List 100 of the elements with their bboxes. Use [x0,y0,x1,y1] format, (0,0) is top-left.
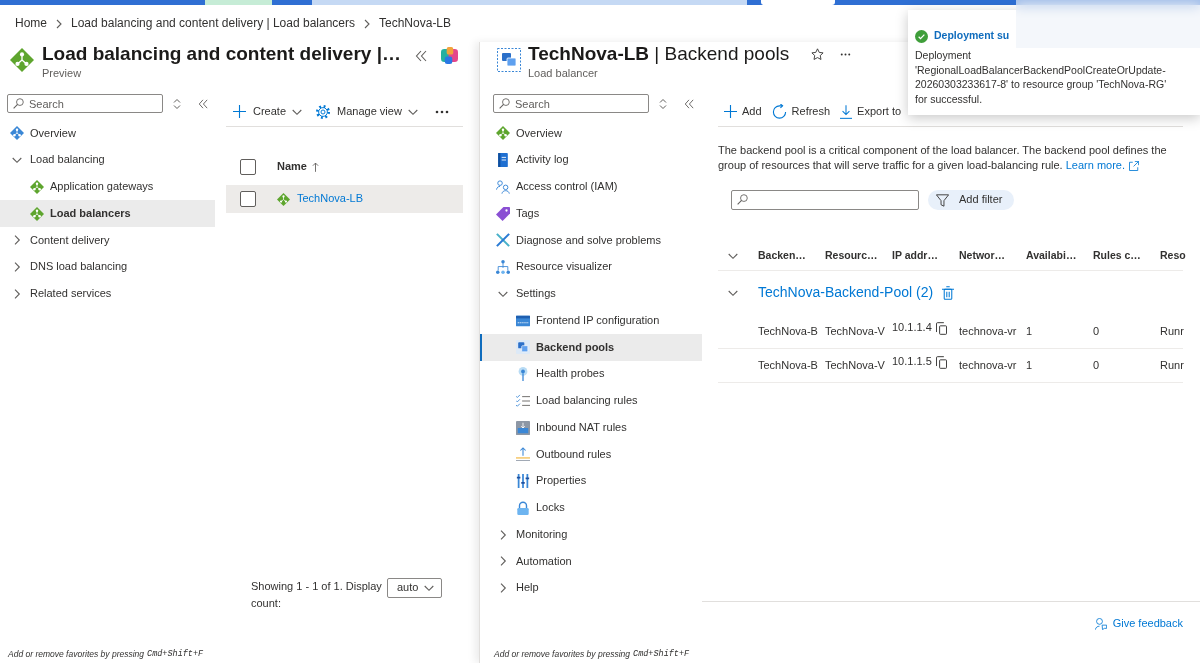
diamond-network-icon [10,48,34,72]
keyboard-shortcut: Cmd+Shift+F [147,648,204,660]
resource-link[interactable]: TechNova-LB [297,192,364,206]
menu-item[interactable]: Help [480,574,702,602]
table-cell: Runr [1160,324,1184,339]
menu-item[interactable]: Properties [480,467,702,495]
table-row[interactable]: TechNova-LB [226,185,463,213]
people-icon [496,179,510,194]
menu-item[interactable]: Settings [480,280,702,308]
blade-subtitle: Load balancer [528,67,599,80]
checkbox[interactable] [240,191,256,207]
refresh-icon [771,104,787,119]
menu-item[interactable]: Content delivery [0,227,215,254]
hierarchy-icon [496,260,510,275]
collapse-icon[interactable] [684,98,694,109]
breadcrumb-link[interactable]: Load balancing and content delivery | Load balancers [71,16,355,31]
notebook-icon [496,153,510,168]
toolbar-button[interactable]: Create [233,104,303,119]
column-header[interactable]: Networ… [959,248,1026,263]
plus-icon [233,105,246,118]
display-count-select[interactable]: auto [387,578,442,598]
group-link[interactable]: TechNova-Backend-Pool (2) [758,284,934,302]
column-header[interactable]: IP addr… [892,248,959,263]
search-icon [13,98,24,109]
copy-icon[interactable] [935,356,947,369]
gear-icon [316,104,331,119]
lock-icon [516,500,530,515]
tag-icon [496,206,510,221]
footer-hint: Add or remove favorites by pressing [8,648,145,660]
menu-item[interactable]: Locks [480,494,702,522]
filter-field[interactable] [731,190,919,210]
table-cell: 10.1.1.5 [892,354,932,369]
menu-item[interactable]: Inbound NAT rules [480,414,702,441]
menu-item[interactable]: Overview [0,120,215,147]
diamond-network-icon [277,192,290,206]
blade-subtitle: Preview [42,67,83,80]
search-field[interactable]: Search [7,94,163,113]
add-filter-button[interactable]: Add filter [928,190,1015,210]
menu-item[interactable]: Backend pools [480,334,702,361]
column-header[interactable]: Backen… [758,248,825,263]
table-cell-text: TechNova-B [758,324,819,339]
column-header[interactable]: Availabi… [1026,248,1093,263]
search-icon [737,194,748,205]
trash-icon[interactable] [942,286,955,300]
plus-icon [724,105,737,118]
chevron-down-icon[interactable] [728,288,738,298]
table-cell: 10.1.1.4 [892,320,932,335]
copy-icon[interactable] [935,322,947,335]
sliders-icon [516,474,530,489]
menu-item[interactable]: Access control (IAM) [480,173,702,201]
toolbar-button[interactable]: Add [724,104,762,119]
star-icon[interactable] [811,48,825,61]
search-field[interactable] [312,0,747,5]
table-cell-text: 1 [1026,358,1034,373]
blade-title: TechNova-LB | Backend pools [528,42,790,66]
menu-item[interactable]: Load balancing [0,146,215,174]
table-cell-text: technova-vr [959,358,1018,373]
chevron-down-icon [424,583,434,593]
checkbox[interactable] [240,159,256,175]
column-header[interactable]: Reso [1160,248,1186,263]
table-cell-text: TechNova-V [825,358,886,373]
collapse-icon[interactable] [198,98,208,109]
collapse-icon[interactable] [415,50,427,62]
menu-item[interactable]: Outbound rules [480,441,702,468]
menu-item[interactable]: Activity log [480,146,702,174]
external-link-icon [1129,160,1139,171]
menu-item[interactable]: Tags [480,200,702,227]
menu-item[interactable]: Resource visualizer [480,253,702,281]
search-field[interactable]: Search [493,94,649,113]
table-cell: Runr [1160,358,1184,373]
breadcrumb-link[interactable]: Home [15,16,47,31]
menu-item[interactable]: Overview [480,120,702,147]
menu-item[interactable]: Automation [480,548,702,575]
multicolor-logo-icon[interactable] [441,47,458,64]
menu-item[interactable]: Related services [0,280,215,308]
menu-item[interactable]: Diagnose and solve problems [480,227,702,254]
feedback-link[interactable]: Give feedback [1094,616,1183,631]
menu-item[interactable]: Health probes [480,360,702,388]
menu-item[interactable]: Application gateways [0,173,215,201]
diamond-network-icon [10,126,24,141]
menu-item[interactable]: Load balancers [0,200,215,227]
column-header[interactable]: Resourc… [825,248,892,263]
search-icon [499,98,510,109]
menu-item[interactable]: Frontend IP configuration [480,307,702,334]
learn-more-link[interactable]: Learn more. [1065,158,1139,173]
table-cell-text: technova-vr [959,324,1018,339]
toolbar-button[interactable]: Manage view [316,104,418,119]
chevron-right-icon [364,18,370,29]
backend-pool-icon [516,340,530,355]
more-icon[interactable] [840,53,852,56]
menu-item[interactable]: Load balancing rules [480,387,702,415]
toolbar-button[interactable]: Export to [840,104,902,119]
crossed-tools-icon [496,233,510,248]
more-icon[interactable] [434,109,449,114]
menu-item[interactable]: DNS load balancing [0,253,215,281]
menu-item[interactable]: Monitoring [480,521,702,548]
column-header[interactable]: Name [277,160,319,174]
toolbar-button[interactable]: Refresh [771,104,831,119]
breadcrumb-link[interactable]: TechNova-LB [379,16,452,31]
column-header[interactable]: Rules c… [1093,248,1160,263]
